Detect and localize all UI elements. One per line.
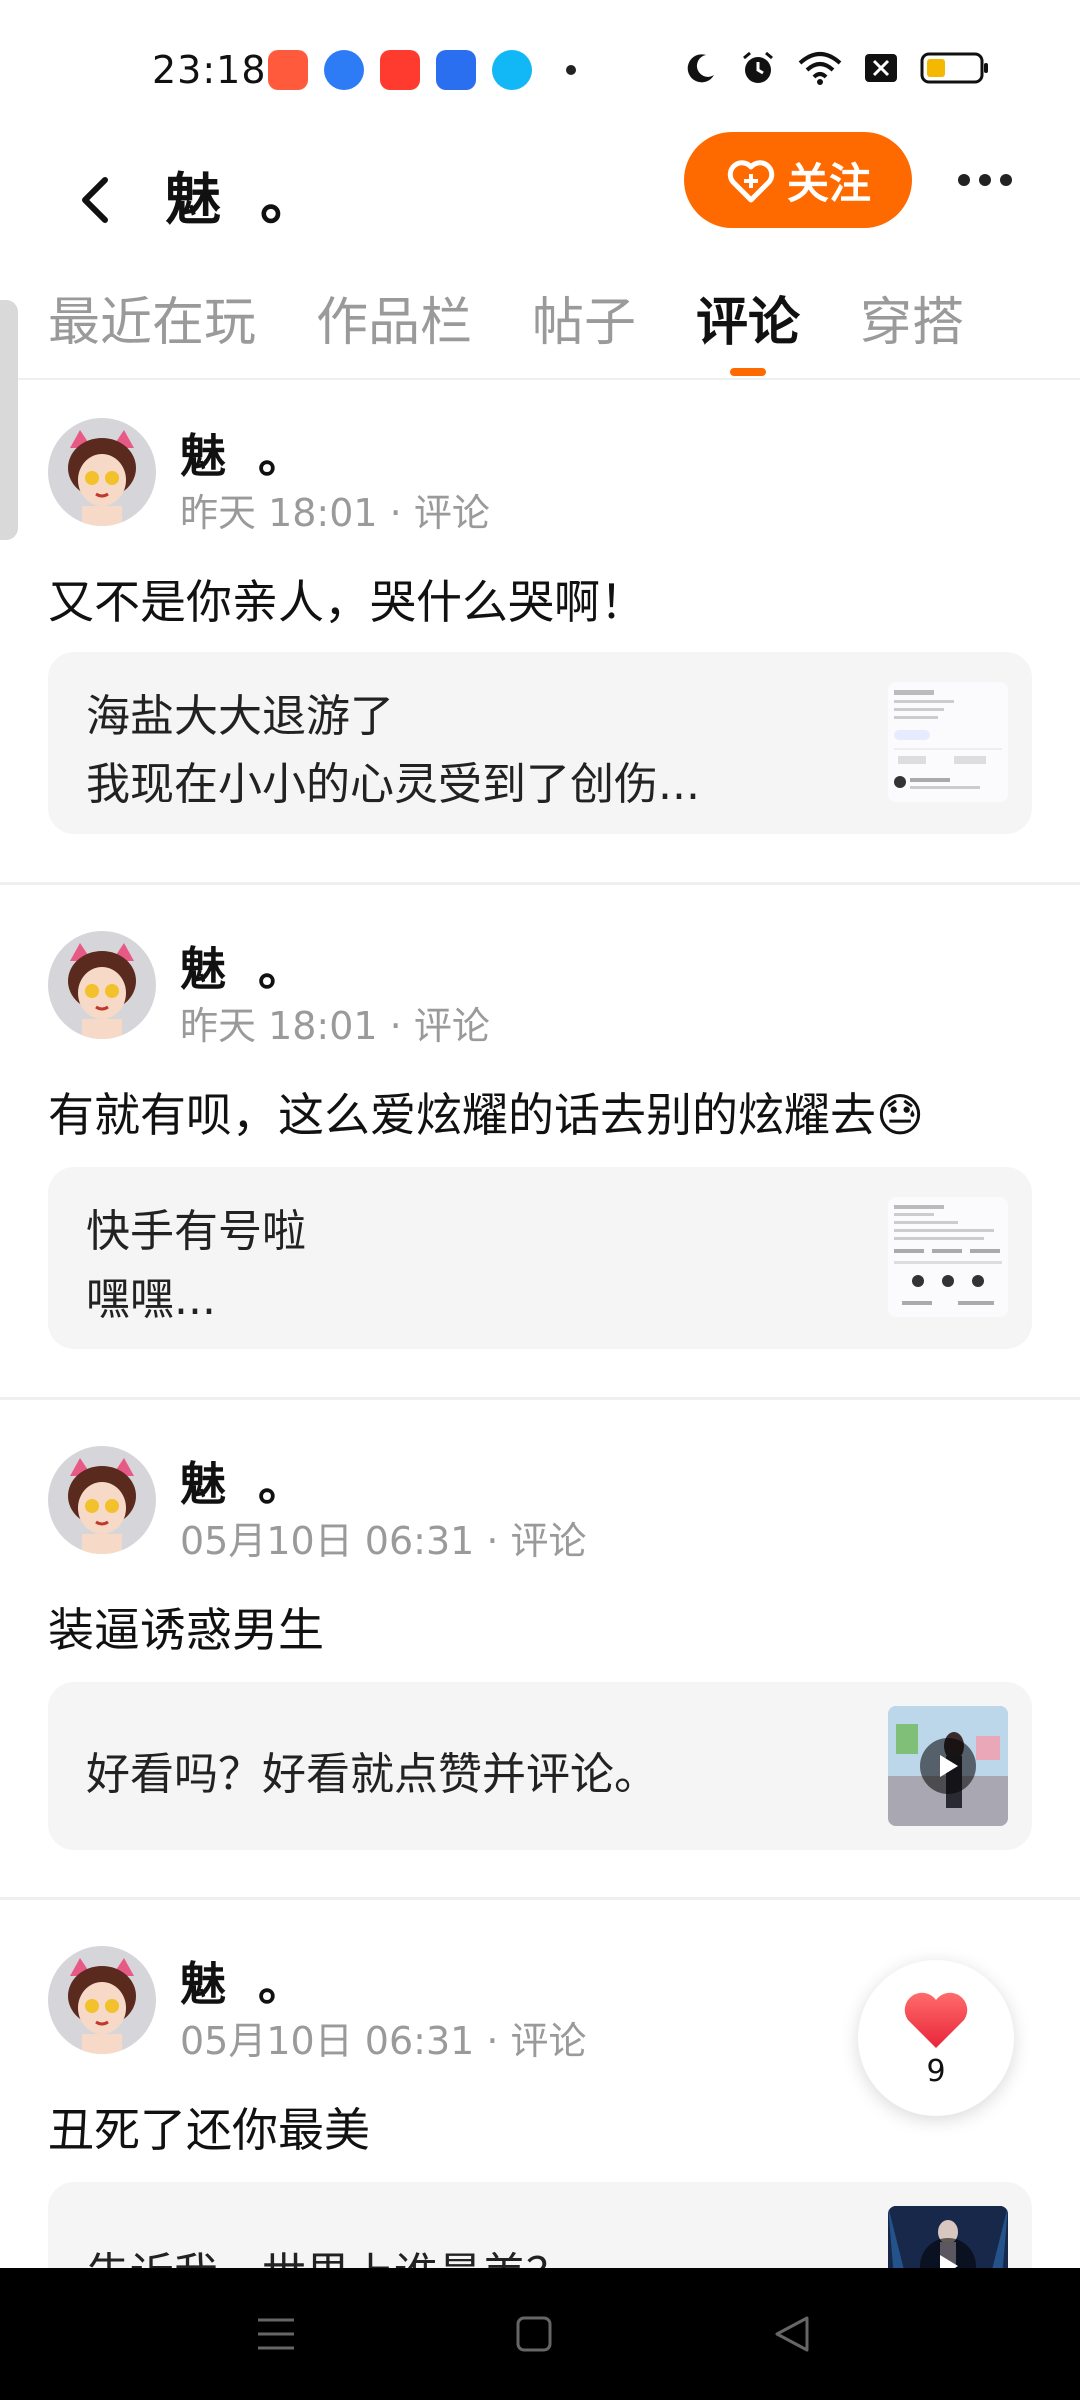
back-button[interactable]: [60, 150, 130, 250]
avatar[interactable]: [48, 931, 156, 1039]
profile-tabs: 最近在玩 作品栏 帖子 评论 穿搭: [0, 270, 1080, 380]
qq-icon: [492, 50, 532, 90]
more-dot-icon: [1000, 174, 1012, 186]
avatar-character-icon: [68, 430, 136, 526]
avatar[interactable]: [48, 1446, 156, 1554]
heart-plus-icon: [727, 160, 775, 203]
quoted-line: 好看吗？好看就点赞并评论。: [86, 1749, 658, 1800]
author-name[interactable]: 魅 。: [180, 420, 304, 486]
alarm-icon: [743, 51, 773, 83]
home-button[interactable]: [504, 2308, 564, 2360]
quoted-thumbnail: [888, 1706, 1008, 1826]
quoted-thumbnail: [888, 682, 1008, 802]
avatar[interactable]: [48, 418, 156, 526]
comment-text: 又不是你亲人，哭什么哭啊！: [48, 575, 646, 629]
avatar-character-icon: [68, 943, 136, 1039]
heart-icon: [904, 1992, 968, 2048]
home-square-icon: [516, 2316, 552, 2352]
quoted-line: 嘿嘿...: [86, 1274, 216, 1325]
quoted-post-card[interactable]: 海盐大大退游了 我现在小小的心灵受到了创伤...: [48, 652, 1032, 834]
play-icon: [940, 1755, 958, 1777]
quoted-post-card[interactable]: 快手有号啦 嘿嘿...: [48, 1167, 1032, 1349]
sim-icon: [865, 54, 897, 82]
active-tab-indicator: [730, 368, 766, 376]
document-screenshot-icon: [894, 690, 1002, 789]
avatar[interactable]: [48, 1946, 156, 2054]
status-time: 23:18: [152, 48, 267, 92]
post-meta: 05月10日 06:31 · 评论: [180, 1519, 587, 1563]
tab-works[interactable]: 作品栏: [316, 280, 472, 355]
quoted-line: 我现在小小的心灵受到了创伤...: [86, 759, 700, 810]
avatar-character-icon: [68, 1958, 136, 2054]
app-icon-blue: [324, 50, 364, 90]
status-bar: 23:18: [0, 0, 1080, 130]
profile-header: 魅 。 关注: [0, 130, 1080, 280]
post-meta: 昨天 18:01 · 评论: [180, 491, 490, 535]
document-screenshot-icon: [894, 1205, 1002, 1305]
quoted-thumbnail: [888, 1197, 1008, 1317]
app-icon-video: [380, 50, 420, 90]
tab-outfits[interactable]: 穿搭: [860, 280, 964, 355]
avatar-character-icon: [68, 1458, 136, 1554]
post-meta: 昨天 18:01 · 评论: [180, 1004, 490, 1048]
like-button[interactable]: 9: [858, 1960, 1014, 2116]
system-navigation-bar: [0, 2268, 1080, 2400]
nav-back-button[interactable]: [762, 2308, 822, 2360]
chevron-left-icon: [82, 177, 108, 223]
comment-text: 丑死了还你最美: [48, 2103, 370, 2157]
tab-comments[interactable]: 评论: [696, 280, 800, 355]
more-notifications-dot: [566, 65, 576, 75]
like-count: 9: [926, 2053, 946, 2089]
notification-icons: [268, 50, 576, 90]
author-name[interactable]: 魅 。: [180, 1448, 304, 1514]
list-item[interactable]: 魅 。 昨天 18:01 · 评论 又不是你亲人，哭什么哭啊！ 海盐大大退游了 …: [0, 382, 1080, 885]
comment-text: 有就有呗，这么爱炫耀的话去别的炫耀去😓: [48, 1088, 924, 1142]
more-options-button[interactable]: [950, 150, 1020, 210]
more-dot-icon: [979, 174, 991, 186]
list-item[interactable]: 魅 。 昨天 18:01 · 评论 有就有呗，这么爱炫耀的话去别的炫耀去😓 快手…: [0, 885, 1080, 1400]
screen: 23:18 魅 。 关注 最近在玩 作品栏 帖子 评论 穿搭 魅 。 昨天 18…: [0, 0, 1080, 2400]
tab-recent-play[interactable]: 最近在玩: [48, 280, 256, 355]
author-name[interactable]: 魅 。: [180, 933, 304, 999]
more-dot-icon: [958, 174, 970, 186]
moon-icon: [687, 54, 714, 83]
author-name[interactable]: 魅 。: [180, 1948, 304, 2014]
quoted-line: 快手有号啦: [86, 1206, 306, 1257]
app-icon-bluebag: [436, 50, 476, 90]
page-title: 魅 。: [165, 168, 316, 233]
menu-icon: [258, 2318, 294, 2350]
post-meta: 05月10日 06:31 · 评论: [180, 2019, 587, 2063]
wifi-icon: [798, 52, 842, 85]
follow-label: 关注: [786, 158, 871, 208]
menu-button[interactable]: [246, 2308, 306, 2360]
battery-icon: [920, 52, 988, 84]
list-item[interactable]: 魅 。 05月10日 06:31 · 评论 装逼诱惑男生 好看吗？好看就点赞并评…: [0, 1400, 1080, 1900]
triangle-back-icon: [775, 2316, 809, 2352]
comment-text: 装逼诱惑男生: [48, 1603, 324, 1657]
app-icon-orange: [268, 50, 308, 90]
tab-posts[interactable]: 帖子: [532, 280, 636, 355]
play-button[interactable]: [920, 1738, 976, 1794]
follow-button[interactable]: 关注: [684, 132, 912, 228]
quoted-line: 海盐大大退游了: [86, 691, 394, 742]
quoted-post-card[interactable]: 好看吗？好看就点赞并评论。: [48, 1682, 1032, 1850]
status-right-icons: [684, 50, 990, 86]
